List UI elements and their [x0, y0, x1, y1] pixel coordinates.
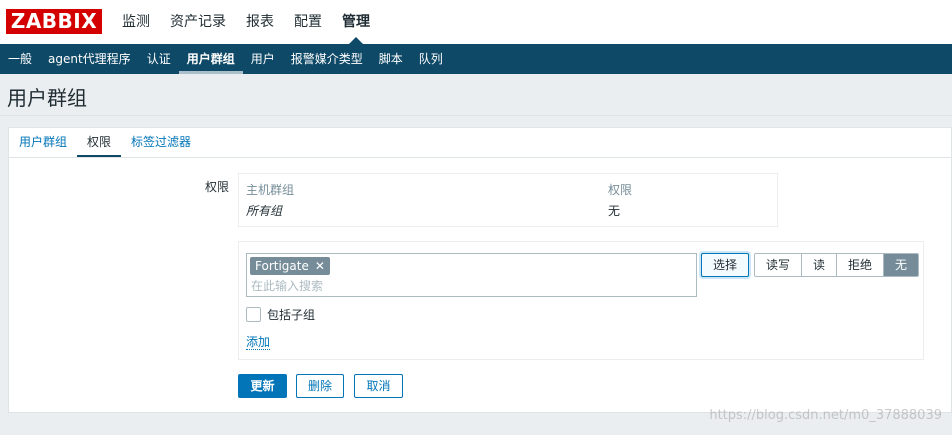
add-link[interactable]: 添加 — [246, 335, 271, 350]
remove-chip-icon[interactable]: ✕ — [315, 257, 325, 275]
subnav-item-general[interactable]: 一般 — [0, 44, 40, 74]
main-menu: 监测 资产记录 报表 配置 管理 — [112, 0, 380, 44]
permissions-field-label: 权限 — [205, 180, 230, 194]
include-subgroups-label[interactable]: 包括子组 — [267, 306, 315, 323]
permissions-table: 主机群组 权限 所有组 无 — [238, 173, 778, 227]
tab-permissions[interactable]: 权限 — [77, 128, 122, 158]
subnav-item-users[interactable]: 用户 — [243, 44, 283, 74]
option-deny[interactable]: 拒绝 — [836, 254, 884, 276]
delete-button[interactable]: 删除 — [296, 374, 344, 398]
host-group-multiselect[interactable]: Fortigate ✕ — [246, 253, 697, 297]
chip-label: Fortigate — [255, 259, 309, 273]
selected-group-chip: Fortigate ✕ — [250, 257, 330, 275]
menu-item-administration[interactable]: 管理 — [332, 0, 380, 44]
column-header-host-group: 主机群组 — [246, 183, 295, 197]
subnav-item-proxies[interactable]: agent代理程序 — [40, 44, 139, 74]
tabs-divider — [9, 157, 951, 158]
top-header: ZABBIX 监测 资产记录 报表 配置 管理 — [0, 0, 952, 44]
zabbix-logo[interactable]: ZABBIX — [6, 9, 102, 34]
subnav-item-authentication[interactable]: 认证 — [139, 44, 179, 74]
table-cell-group: 所有组 — [246, 204, 283, 218]
include-subgroups-checkbox[interactable] — [246, 307, 261, 322]
subnav-item-scripts[interactable]: 脚本 — [371, 44, 411, 74]
tab-tag-filter[interactable]: 标签过滤器 — [121, 128, 201, 158]
subnav-item-queue[interactable]: 队列 — [411, 44, 451, 74]
subnav-item-user-groups[interactable]: 用户群组 — [178, 44, 243, 74]
menu-item-reports[interactable]: 报表 — [236, 0, 284, 44]
title-divider — [0, 115, 952, 116]
select-button[interactable]: 选择 — [701, 253, 749, 277]
menu-item-configuration[interactable]: 配置 — [284, 0, 332, 44]
menu-item-inventory[interactable]: 资产记录 — [160, 0, 236, 44]
form-tabs: 用户群组 权限 标签过滤器 — [9, 128, 201, 158]
option-read[interactable]: 读 — [801, 254, 837, 276]
option-read-write[interactable]: 读写 — [755, 254, 802, 276]
menu-item-monitoring[interactable]: 监测 — [112, 0, 160, 44]
include-subgroups-row: 包括子组 — [246, 306, 315, 323]
add-permission-box: Fortigate ✕ 选择 读写 读 拒绝 无 包括子组 添加 — [238, 241, 924, 360]
subnav-item-media-types[interactable]: 报警媒介类型 — [283, 44, 371, 74]
page-title: 用户群组 — [7, 86, 87, 110]
group-search-input[interactable] — [251, 277, 691, 295]
column-header-permission: 权限 — [608, 183, 633, 197]
update-button[interactable]: 更新 — [238, 374, 287, 398]
tab-user-group[interactable]: 用户群组 — [9, 128, 77, 158]
permission-radio-group: 读写 读 拒绝 无 — [754, 253, 920, 277]
cancel-button[interactable]: 取消 — [354, 374, 403, 398]
watermark-text: https://blog.csdn.net/m0_37888039 — [709, 408, 942, 423]
sub-navigation: 一般 agent代理程序 认证 用户群组 用户 报警媒介类型 脚本 队列 — [0, 44, 952, 74]
option-none[interactable]: 无 — [883, 254, 919, 276]
table-cell-permission: 无 — [608, 204, 621, 218]
form-panel: 用户群组 权限 标签过滤器 权限 主机群组 权限 所有组 无 Fortigate… — [8, 127, 952, 413]
